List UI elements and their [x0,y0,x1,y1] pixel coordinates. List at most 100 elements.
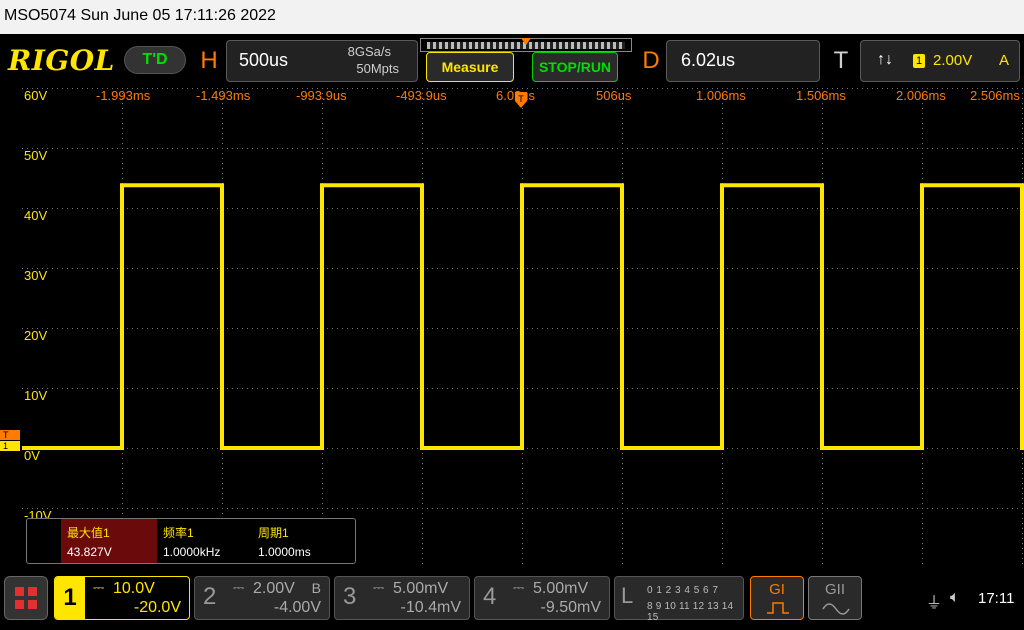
grid-dot [522,143,523,144]
grid-dot [657,328,658,329]
grid-dot [762,148,763,149]
grid-dot [272,88,273,89]
trigger-position-marker[interactable]: T [515,92,527,108]
grid-dot [1002,148,1003,149]
grid-dot [122,133,123,134]
measurement-results: 最大值1 43.827V 频率1 1.0000kHz 周期1 1.0000ms [26,518,356,564]
grid-dot [907,148,908,149]
grid-dot [222,468,223,469]
grid-dot [722,133,723,134]
grid-dot [222,143,223,144]
horizontal-panel[interactable]: 500us 8GSa/s 50Mpts [226,40,418,82]
horizontal-label[interactable]: H [194,40,224,82]
grid-dot [717,208,718,209]
grid-dot [392,268,393,269]
grid-dot [927,388,928,389]
grid-dot [317,268,318,269]
grid-dot [417,328,418,329]
grid-dot [322,493,323,494]
grid-dot [897,388,898,389]
measure-button[interactable]: Measure [426,52,514,82]
grid-dot [337,328,338,329]
channel-4-settings[interactable]: 4 ⎓ 5.00mV -9.50mV [474,576,610,620]
grid-dot [92,328,93,329]
delay-label[interactable]: D [636,40,666,82]
grid-dot [1002,328,1003,329]
trigger-level-marker[interactable]: T [0,430,20,440]
grid-dot [337,388,338,389]
grid-dot [422,503,423,504]
grid-dot [967,388,968,389]
stop-run-button[interactable]: STOP/RUN [532,52,618,82]
grid-dot [182,268,183,269]
grid-dot [197,448,198,449]
grid-dot [322,473,323,474]
grid-dot [617,388,618,389]
grid-dot [952,388,953,389]
grid-dot [697,388,698,389]
channel-2-settings[interactable]: 2 ⎓ 2.00V B -4.00V [194,576,330,620]
system-clock: 17:11 [978,590,1015,607]
waveform-grid[interactable] [22,88,1024,566]
grid-dot [212,328,213,329]
digital-channels-8-15: 8 9 10 11 12 13 14 15 [647,601,734,623]
grid-dot [312,328,313,329]
grid-dot [422,163,423,164]
logic-analyzer-settings[interactable]: L 0 1 2 3 4 5 6 7 8 9 10 11 12 13 14 15 [614,576,744,623]
muted-speaker-icon[interactable]: 🔈︎ [950,589,960,607]
grid-dot [912,148,913,149]
grid-dot [152,88,153,89]
grid-dot [652,328,653,329]
grid-dot [442,148,443,149]
grid-dot [807,388,808,389]
grid-dot [567,508,568,509]
grid-dot [892,328,893,329]
grid-dot [222,153,223,154]
grid-dot [622,158,623,159]
grid-dot [377,88,378,89]
trigger-label[interactable]: T [826,40,856,82]
grid-dot [247,208,248,209]
grid-dot [412,148,413,149]
grid-dot [612,208,613,209]
grid-dot [837,148,838,149]
grid-dot [122,103,123,104]
grid-dot [822,463,823,464]
grid-dot [822,548,823,549]
grid-dot [372,208,373,209]
grid-dot [717,328,718,329]
channel-3-settings[interactable]: 3 ⎓ 5.00mV -10.4mV [334,576,470,620]
grid-dot [1022,93,1023,94]
generator-1-button[interactable]: GI [750,576,804,620]
td-button[interactable]: T'D [124,46,186,74]
ch1-ground-marker[interactable]: 1 [0,441,20,451]
grid-dot [122,463,123,464]
grid-dot [217,448,218,449]
trigger-panel[interactable]: ↑↓ 1 2.00V A [860,40,1020,82]
grid-dot [992,208,993,209]
grid-dot [372,508,373,509]
bottom-bar: 1 ⎓ 10.0V -20.0V 2 ⎓ 2.00V B -4.00V 3 ⎓ … [0,570,1024,630]
grid-dot [82,208,83,209]
main-menu-button[interactable] [4,576,48,620]
grid-dot [977,508,978,509]
grid-dot [192,268,193,269]
grid-dot [522,488,523,489]
grid-dot [447,88,448,89]
grid-dot [957,88,958,89]
grid-dot [262,148,263,149]
grid-dot [467,328,468,329]
grid-dot [152,328,153,329]
grid-dot [887,388,888,389]
channel-1-settings[interactable]: 1 ⎓ 10.0V -20.0V [54,576,190,620]
grid-dot [477,148,478,149]
channel-number: 3 [343,583,357,610]
grid-dot [782,268,783,269]
grid-dot [142,148,143,149]
delay-panel[interactable]: 6.02us [666,40,820,82]
grid-dot [707,148,708,149]
grid-dot [92,208,93,209]
generator-2-button[interactable]: GII [808,576,862,620]
grid-dot [537,88,538,89]
grid-dot [277,508,278,509]
